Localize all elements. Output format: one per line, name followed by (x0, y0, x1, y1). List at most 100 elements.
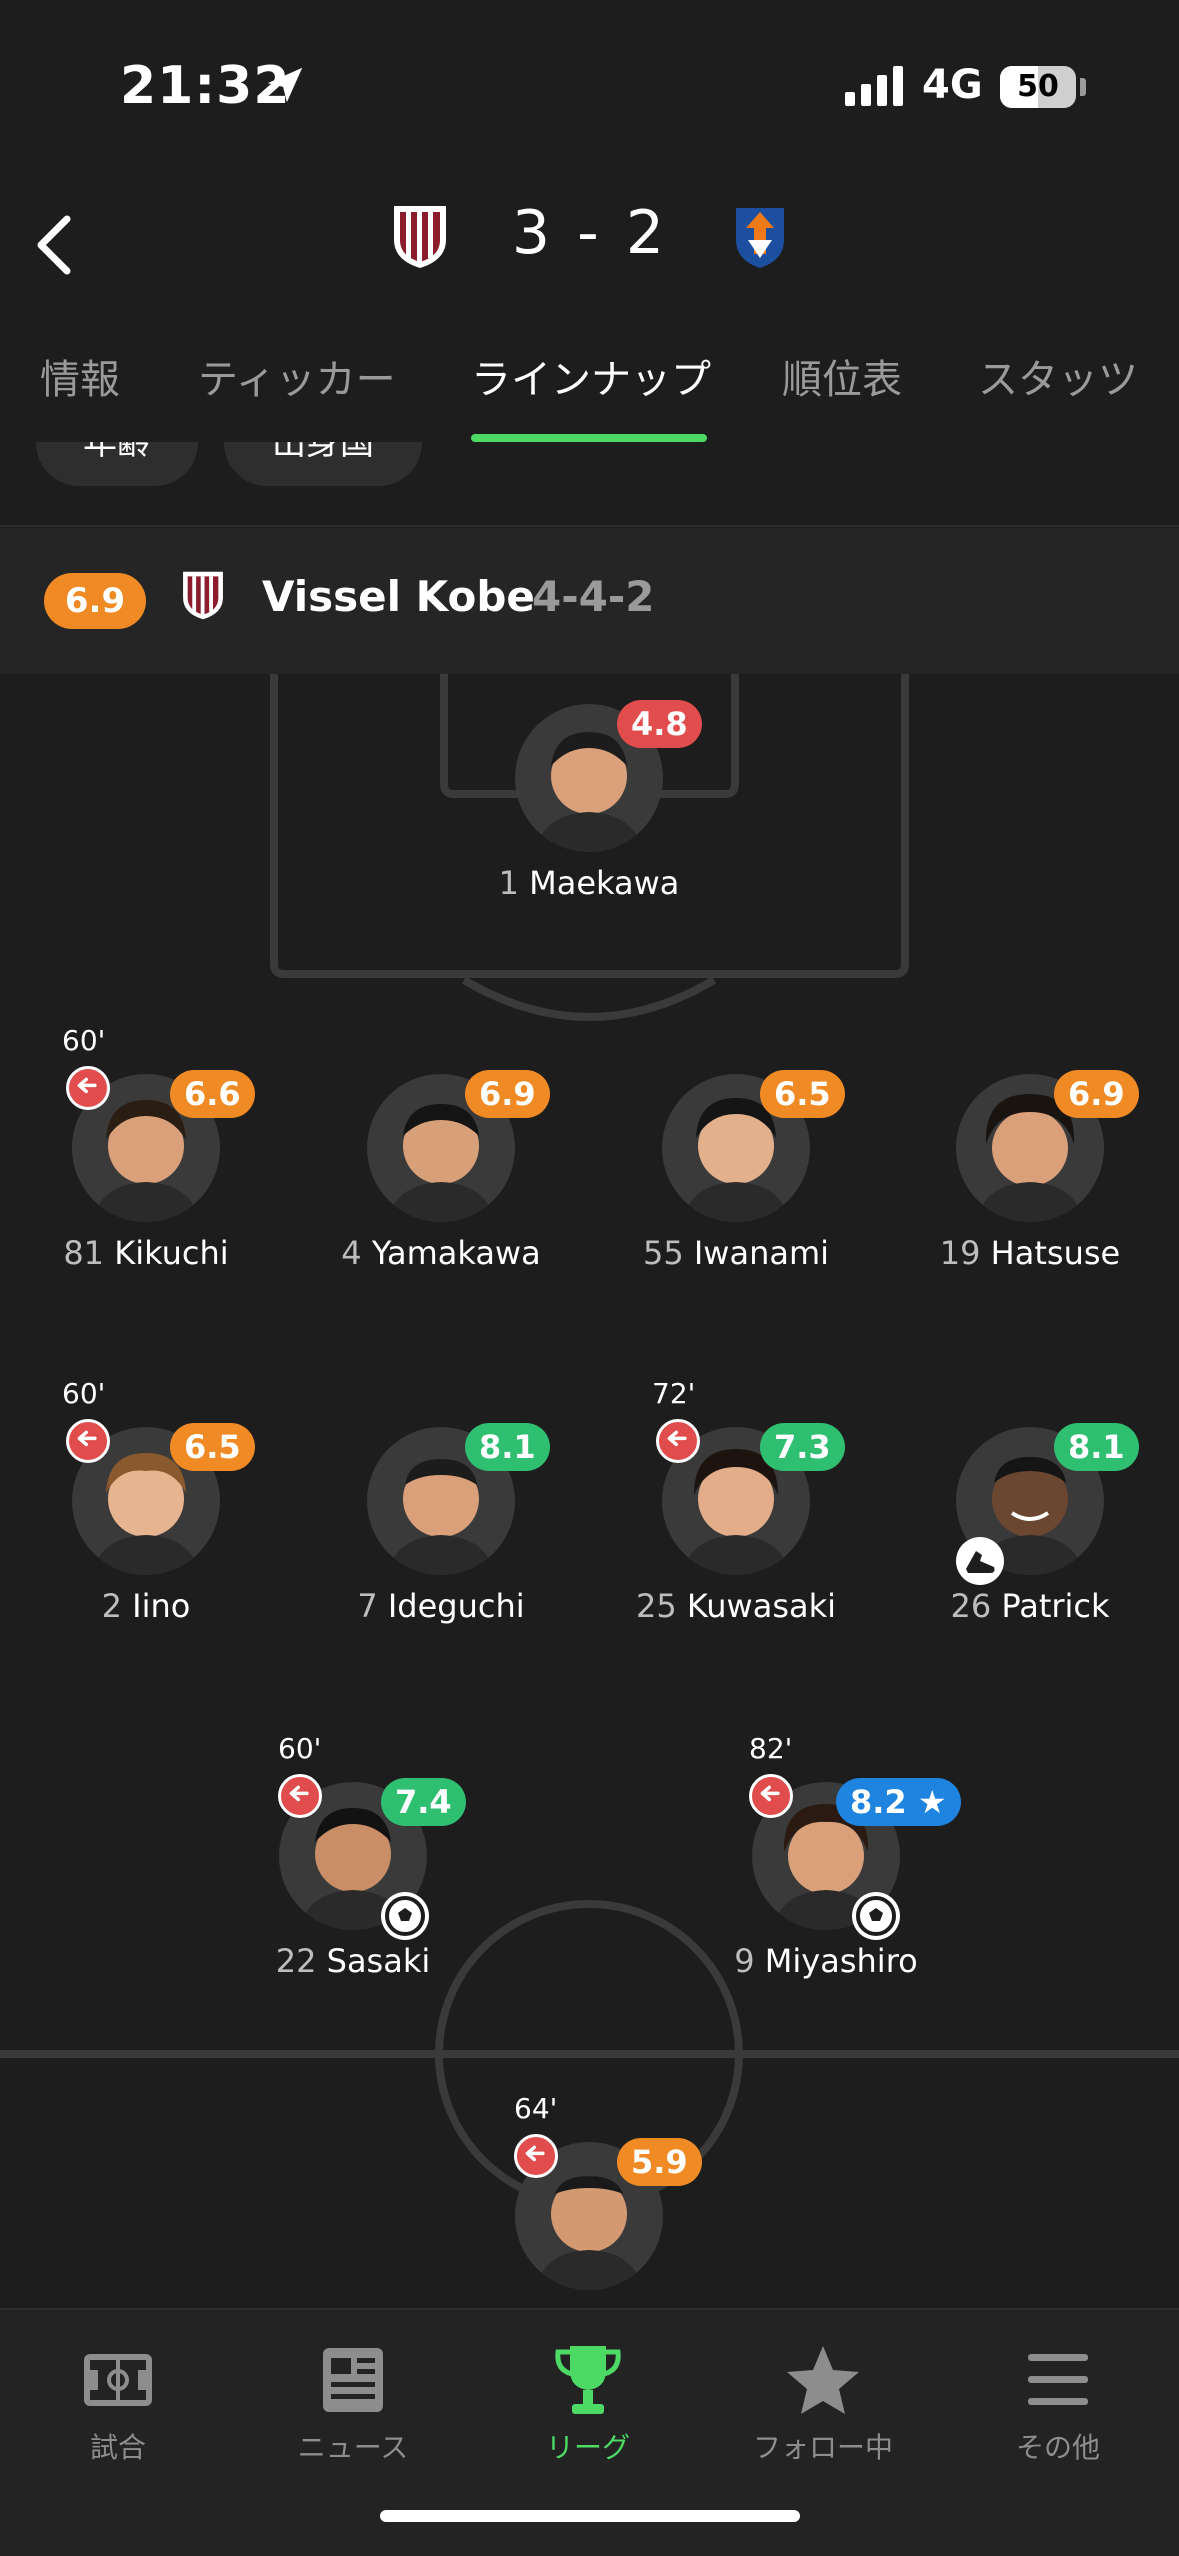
sub-off-minute: 60' (62, 1024, 106, 1057)
home-indicator[interactable] (380, 2510, 800, 2522)
cellular-signal-icon (845, 66, 903, 106)
player-name: 1 Maekawa (439, 864, 739, 902)
player-rating-badge: 6.9 (1054, 1070, 1139, 1118)
nav-label: リーグ (545, 2431, 630, 2464)
player-rating-badge: 8.1 (465, 1423, 550, 1471)
player-surname: Hatsuse (990, 1234, 1121, 1272)
battery-icon: 50 (1000, 66, 1076, 108)
filter-chips: 年齢 出身国 (0, 442, 1179, 527)
pitch-icon (84, 2354, 152, 2406)
player-number: 1 (498, 864, 519, 902)
status-bar: 21:32 4G 50 (0, 0, 1179, 170)
player-name: 7 Ideguchi (291, 1587, 591, 1625)
player-number: 81 (63, 1234, 105, 1272)
albirex-niigata-crest-icon[interactable] (730, 200, 790, 270)
player-number: 9 (734, 1942, 755, 1980)
nav-label: 試合 (89, 2431, 146, 2464)
tab-lineup[interactable]: ラインナップ (471, 340, 711, 440)
nav-matches[interactable]: 試合 (18, 2330, 218, 2470)
player-surname: Kikuchi (114, 1234, 229, 1272)
player-surname: Maekawa (529, 864, 680, 902)
sub-off-arrow-icon (656, 1419, 700, 1463)
player-name: 26 Patrick (880, 1587, 1179, 1625)
battery-level: 50 (1017, 69, 1059, 104)
vissel-kobe-crest-icon[interactable] (390, 200, 450, 270)
lineup-pitch: 4.8 1 Maekawa 60' 6.6 81 Kikuchi 6.9 4 Y… (0, 674, 1179, 2308)
sub-off-arrow-icon (66, 1419, 110, 1463)
nav-league[interactable]: リーグ (488, 2330, 688, 2470)
team-lineup-header: 6.9 Vissel Kobe 4-4-2 (0, 528, 1179, 674)
sub-off-minute: 82' (749, 1732, 793, 1765)
player-number: 4 (341, 1234, 362, 1272)
player-rating-badge: 8.1 (1054, 1423, 1139, 1471)
player-rating-badge: 7.3 (760, 1423, 845, 1471)
player-surname: Patrick (1001, 1587, 1110, 1625)
goal-ball-icon (381, 1892, 429, 1940)
team-name: Vissel Kobe (262, 572, 535, 621)
nav-following[interactable]: フォロー中 (723, 2330, 923, 2470)
player-name: 19 Hatsuse (880, 1234, 1179, 1272)
player-number: 7 (357, 1587, 378, 1625)
nav-label: フォロー中 (752, 2431, 893, 2464)
player-surname: Iino (132, 1587, 191, 1625)
player-rating-badge: 7.4 (381, 1778, 466, 1826)
trophy-icon (555, 2346, 621, 2414)
nav-more[interactable]: その他 (958, 2330, 1158, 2470)
player-name: 55 Iwanami (586, 1234, 886, 1272)
network-type: 4G (922, 62, 983, 108)
player-name: 4 Yamakawa (291, 1234, 591, 1272)
player-surname: Sasaki (326, 1942, 431, 1980)
chip-nationality[interactable]: 出身国 (224, 442, 422, 486)
player-number: 55 (642, 1234, 684, 1272)
sub-off-arrow-icon (278, 1774, 322, 1818)
sub-off-minute: 60' (278, 1732, 322, 1765)
player-surname: Miyashiro (764, 1942, 918, 1980)
player-rating-badge: 6.6 (170, 1070, 255, 1118)
match-header: 3 - 2 情報 ティッカー ラインナップ 順位表 スタッツ (0, 170, 1179, 450)
player-rating-badge: 6.5 (170, 1423, 255, 1471)
back-button[interactable] (18, 195, 88, 295)
vissel-kobe-crest-icon (183, 571, 223, 620)
star-icon (787, 2346, 859, 2414)
player-surname: Iwanami (693, 1234, 830, 1272)
chevron-left-icon (37, 215, 71, 275)
tab-stats[interactable]: スタッツ (978, 340, 1138, 440)
player-number: 19 (939, 1234, 981, 1272)
match-score: 3 - 2 (511, 198, 669, 268)
player-rating-badge: 6.9 (465, 1070, 550, 1118)
tab-ticker[interactable]: ティッカー (198, 340, 396, 440)
nav-label: ニュース (297, 2431, 409, 2464)
team-rating-badge: 6.9 (44, 573, 146, 629)
player-rating-badge: 4.8 (617, 700, 702, 748)
sub-off-arrow-icon (749, 1774, 793, 1818)
sub-off-minute: 60' (62, 1377, 106, 1410)
tab-info[interactable]: 情報 (40, 340, 120, 440)
active-tab-indicator (471, 434, 707, 442)
sub-off-arrow-icon (66, 1066, 110, 1110)
team-formation: 4-4-2 (532, 572, 655, 621)
nav-news[interactable]: ニュース (253, 2330, 453, 2470)
player-rating-badge: 5.9 (617, 2138, 702, 2186)
player-name: 81 Kikuchi (0, 1234, 296, 1272)
sub-off-minute: 72' (652, 1377, 696, 1410)
boot-icon (956, 1537, 1004, 1585)
player-rating-badge: 8.2 ★ (836, 1778, 961, 1826)
goal-ball-icon (852, 1892, 900, 1940)
player-surname: Kuwasaki (686, 1587, 837, 1625)
player-number: 26 (950, 1587, 992, 1625)
location-arrow-icon (267, 67, 303, 103)
player-name: 25 Kuwasaki (586, 1587, 886, 1625)
player-name: 22 Sasaki (203, 1942, 503, 1980)
tab-standings[interactable]: 順位表 (782, 340, 902, 440)
menu-icon (1028, 2354, 1088, 2405)
sub-off-arrow-icon (514, 2134, 558, 2178)
player-number: 2 (101, 1587, 122, 1625)
player-rating-badge: 6.5 (760, 1070, 845, 1118)
player-number: 25 (635, 1587, 677, 1625)
nav-label: その他 (1015, 2431, 1100, 2464)
sub-off-minute: 64' (514, 2092, 558, 2125)
player-surname: Ideguchi (387, 1587, 525, 1625)
player-number: 22 (275, 1942, 317, 1980)
chip-age[interactable]: 年齢 (36, 442, 198, 486)
player-surname: Yamakawa (371, 1234, 541, 1272)
